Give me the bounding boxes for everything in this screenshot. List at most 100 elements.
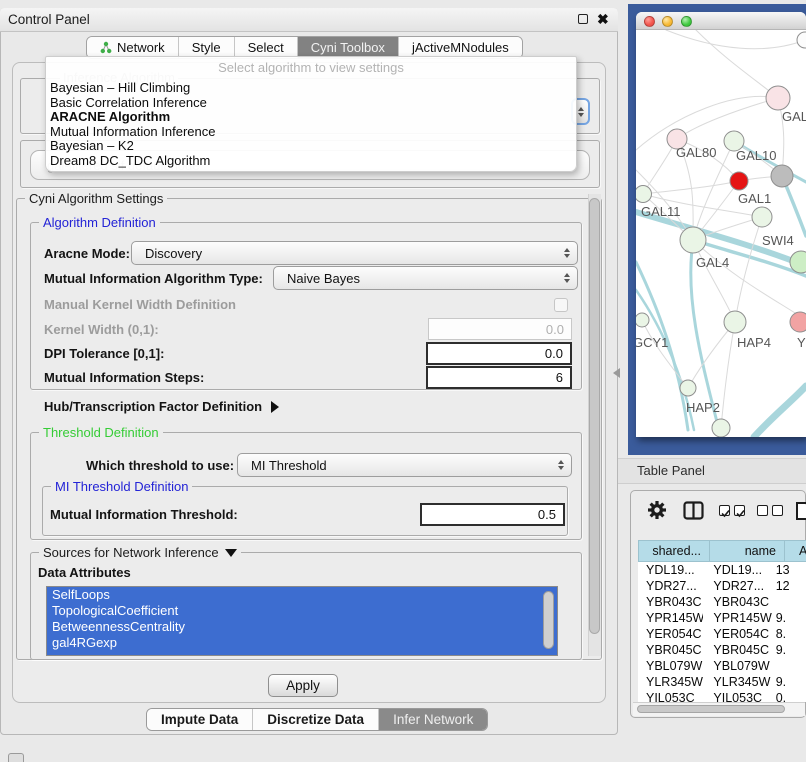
network-node-label: SWI4 [762, 233, 794, 248]
tab-infer-network[interactable]: Infer Network [379, 709, 487, 730]
column-header[interactable]: shared... [638, 540, 710, 562]
table-cell: YIL053C [638, 690, 703, 702]
table-cell: YPR145W [703, 610, 771, 626]
control-panel-titlebar [0, 8, 618, 32]
mi-steps-field[interactable]: 6 [426, 366, 572, 389]
stepper-up-icon [578, 107, 584, 111]
table-row[interactable]: YER054CYER054C8. [638, 626, 806, 642]
which-threshold-combo[interactable]: MI Threshold [237, 453, 572, 477]
network-node[interactable] [766, 86, 790, 110]
network-edge[interactable] [666, 30, 805, 49]
kernel-width-label: Kernel Width (0,1): [44, 322, 159, 337]
panel-splitter-grip[interactable] [613, 368, 620, 378]
network-node[interactable] [724, 311, 746, 333]
table-row[interactable]: YDR27...YDR27...12 [638, 578, 806, 594]
network-node-label: GAL10 [736, 148, 776, 163]
table-row[interactable]: YBR043CYBR043C [638, 594, 806, 610]
close-window-icon[interactable] [644, 16, 655, 27]
network-node[interactable] [680, 380, 696, 396]
table-cell: 12 [772, 578, 806, 594]
aracne-mode-combo[interactable]: Discovery [131, 241, 578, 265]
network-node[interactable] [797, 32, 806, 48]
dpi-tolerance-field[interactable]: 0.0 [426, 342, 572, 365]
algorithm-popup-list: Bayesian – Hill ClimbingBasic Correlatio… [46, 81, 576, 169]
deselect-all-columns-icon[interactable] [757, 505, 783, 516]
close-icon[interactable]: ✖ [597, 11, 609, 28]
network-edge[interactable] [721, 322, 735, 428]
column-header[interactable]: name [710, 540, 785, 562]
table-row[interactable]: YLR345WYLR345W9. [638, 674, 806, 690]
data-attribute-item[interactable]: SelfLoops [47, 587, 557, 603]
algorithm-option[interactable]: Bayesian – K2 [46, 139, 576, 154]
apply-button[interactable]: Apply [268, 674, 338, 697]
algorithm-option[interactable]: Basic Correlation Inference [46, 96, 576, 111]
network-node[interactable] [752, 207, 772, 227]
split-columns-icon[interactable] [683, 501, 704, 525]
kernel-width-field[interactable]: 0.0 [428, 318, 572, 340]
network-edge[interactable] [696, 30, 778, 98]
algorithm-option[interactable]: Dream8 DC_TDC Algorithm [46, 154, 576, 169]
table-cell: YBR043C [638, 594, 703, 610]
tab-label: jActiveMNodules [412, 37, 509, 58]
which-threshold-value: MI Threshold [251, 458, 327, 473]
select-all-columns-icon[interactable] [719, 505, 745, 516]
network-edge[interactable] [754, 386, 806, 437]
tab-discretize-data[interactable]: Discretize Data [253, 709, 379, 730]
network-edge[interactable] [693, 240, 806, 320]
network-node-label: HAP4 [737, 335, 771, 350]
table-row[interactable]: YIL053CYIL053C0. [638, 690, 806, 702]
algorithm-option[interactable]: Bayesian – Hill Climbing [46, 81, 576, 96]
minimize-window-icon[interactable] [662, 16, 673, 27]
table-cell: YBR045C [703, 642, 771, 658]
table-hscrollbar-thumb[interactable] [637, 705, 785, 713]
aracne-mode-value: Discovery [145, 246, 202, 261]
table-hscrollbar[interactable] [633, 702, 805, 716]
table-cell: 8. [772, 626, 806, 642]
float-panel-icon[interactable] [578, 14, 588, 24]
data-attributes-list[interactable]: SelfLoopsTopologicalCoefficientBetweenne… [46, 586, 558, 656]
data-attribute-item[interactable]: TopologicalCoefficient [47, 603, 557, 619]
tab-select[interactable]: Select [235, 37, 298, 58]
table-row[interactable]: YBL079WYBL079W [638, 658, 806, 674]
table-row[interactable]: YPR145WYPR145W9. [638, 610, 806, 626]
dpi-tolerance-label: DPI Tolerance [0,1]: [44, 346, 164, 361]
network-canvas[interactable]: GALGAL80GAL10GAL1GAL11GAL4SWI4GCY1HAP4YH… [636, 30, 806, 437]
network-node[interactable] [771, 165, 793, 187]
settings-scrollbar-thumb[interactable] [589, 198, 600, 634]
tab-jactivemnodules[interactable]: jActiveMNodules [399, 37, 522, 58]
table-row[interactable]: YBR045CYBR045C9. [638, 642, 806, 658]
zoom-window-icon[interactable] [681, 16, 692, 27]
table-cell: 9. [772, 610, 806, 626]
mi-type-combo[interactable]: Naive Bayes [273, 266, 578, 290]
network-node[interactable] [790, 312, 806, 332]
table-row[interactable]: YDL19...YDL19...13 [638, 562, 806, 578]
data-attribute-item[interactable]: BetweennessCentrality [47, 619, 557, 635]
new-table-icon[interactable] [795, 501, 806, 526]
tab-cyni-toolbox[interactable]: Cyni Toolbox [298, 37, 399, 58]
network-node[interactable] [712, 419, 730, 437]
data-attribute-item[interactable]: gal4RGexp [47, 635, 557, 651]
tab-style[interactable]: Style [179, 37, 235, 58]
tab-network[interactable]: Network [87, 37, 179, 58]
table-cell: YBL079W [703, 658, 771, 674]
sources-group-title[interactable]: Sources for Network Inference [39, 545, 241, 560]
gear-icon[interactable] [647, 500, 667, 525]
mi-threshold-field[interactable]: 0.5 [420, 503, 565, 526]
hub-definition-toggle[interactable]: Hub/Transcription Factor Definition [44, 399, 279, 414]
tab-impute-data[interactable]: Impute Data [147, 709, 253, 730]
combo-stepper-icon [558, 460, 564, 470]
network-edge[interactable] [735, 217, 762, 322]
network-node[interactable] [680, 227, 706, 253]
algorithm-option[interactable]: ARACNE Algorithm [46, 110, 576, 125]
collapsed-arrow-icon [271, 401, 279, 413]
list-scrollbar-thumb[interactable] [543, 591, 554, 649]
table-cell: YDR27... [638, 578, 703, 594]
bottom-corner-button[interactable] [8, 753, 24, 762]
manual-kernel-checkbox[interactable] [554, 298, 568, 312]
algorithm-option[interactable]: Mutual Information Inference [46, 125, 576, 140]
network-node[interactable] [730, 172, 748, 190]
column-header[interactable]: A [785, 540, 806, 562]
network-node[interactable] [636, 186, 652, 203]
network-node[interactable] [636, 313, 649, 327]
table-rows: YDL19...YDL19...13YDR27...YDR27...12YBR0… [638, 562, 806, 702]
